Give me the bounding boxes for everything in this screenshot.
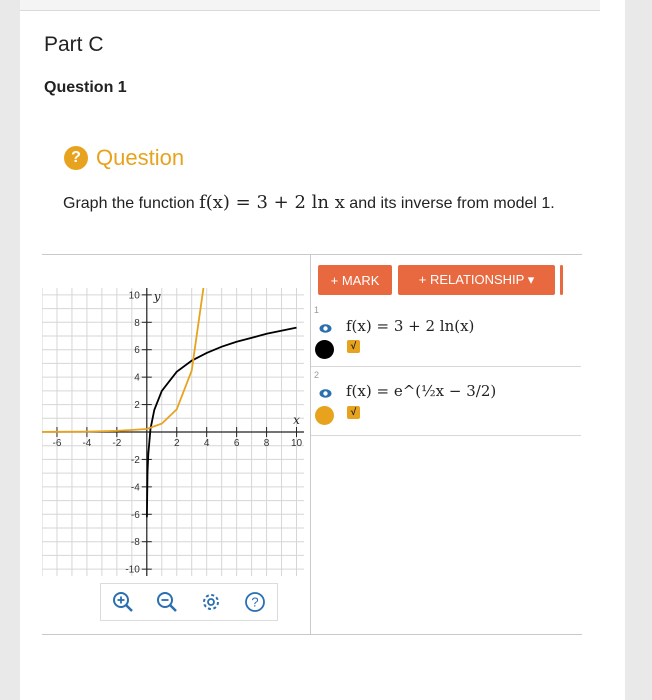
gear-icon <box>203 594 219 610</box>
y-tick-label: 4 <box>134 373 140 384</box>
y-tick-label: -10 <box>125 565 140 576</box>
zoom-out-icon <box>157 592 177 612</box>
question-label: Question <box>96 145 185 170</box>
relationship-expression[interactable]: f(x) = e^(½x − 3/2) <box>346 382 496 400</box>
y-tick-label: 8 <box>134 318 140 329</box>
visibility-eye-icon[interactable] <box>319 322 332 335</box>
relationship-expression[interactable]: f(x) = 3 + 2 ln(x) <box>346 317 474 335</box>
x-tick-label: 6 <box>234 438 240 449</box>
question-number: Question 1 <box>44 79 127 96</box>
toolbar-overflow-edge <box>560 265 563 295</box>
graph-controls: ? <box>100 583 278 621</box>
relationship-index: 2 <box>314 370 320 380</box>
x-tick-label: -4 <box>82 438 91 449</box>
x-tick-label: 4 <box>204 438 210 449</box>
question-prompt: Graph the function f(x) = 3 + 2 ln x and… <box>63 191 563 215</box>
part-title: Part C <box>44 33 104 56</box>
y-tick-label: 6 <box>134 345 140 356</box>
check-toggle[interactable]: √ <box>347 406 360 419</box>
relationship-row-1[interactable]: 1 f(x) = 3 + 2 ln(x) √ <box>311 303 581 367</box>
graph-canvas[interactable]: -6 -4 -2 2 4 6 8 10 10 8 6 4 2 -2 -4 -6 -8 -10 x y <box>42 288 304 576</box>
prompt-text-after: and its inverse from model 1. <box>344 195 555 212</box>
color-swatch[interactable] <box>315 406 334 425</box>
series-line-2 <box>42 288 205 433</box>
y-axis-label: y <box>153 289 161 303</box>
header-strip <box>20 0 600 11</box>
check-toggle[interactable]: √ <box>347 340 360 353</box>
prompt-text-before: Graph the function <box>63 195 200 212</box>
help-icon: ? <box>245 592 265 612</box>
x-tick-label: 8 <box>264 438 270 449</box>
y-tick-label: -2 <box>131 455 140 466</box>
color-swatch[interactable] <box>315 340 334 359</box>
zoom-in-icon <box>113 592 133 612</box>
x-tick-label: -2 <box>112 438 121 449</box>
question-mark-icon: ? <box>64 146 88 170</box>
graph-tool-top-border <box>42 254 582 255</box>
x-tick-label: 2 <box>174 438 180 449</box>
zoom-in-button[interactable] <box>110 589 136 615</box>
prompt-math: f(x) = 3 + 2 ln x <box>199 192 345 213</box>
y-tick-label: -6 <box>131 510 140 521</box>
y-tick-label: -4 <box>131 482 140 493</box>
y-tick-label: 10 <box>129 290 141 301</box>
add-mark-button[interactable]: + MARK <box>318 265 392 295</box>
help-button[interactable]: ? <box>242 589 268 615</box>
question-header: ? Question <box>64 144 184 172</box>
x-tick-label: 10 <box>291 438 303 449</box>
relationship-index: 1 <box>314 305 320 315</box>
x-tick-label: -6 <box>53 438 62 449</box>
svg-text:?: ? <box>251 595 258 610</box>
y-tick-label: -8 <box>131 537 140 548</box>
graph-tool-bottom-border <box>42 634 582 635</box>
zoom-out-button[interactable] <box>154 589 180 615</box>
settings-button[interactable] <box>198 589 224 615</box>
relationship-row-2[interactable]: 2 f(x) = e^(½x − 3/2) √ <box>311 368 581 436</box>
y-tick-label: 2 <box>134 400 140 411</box>
x-axis-label: x <box>293 413 300 427</box>
add-relationship-button[interactable]: + RELATIONSHIP ▾ <box>398 265 555 295</box>
visibility-eye-icon[interactable] <box>319 387 332 400</box>
